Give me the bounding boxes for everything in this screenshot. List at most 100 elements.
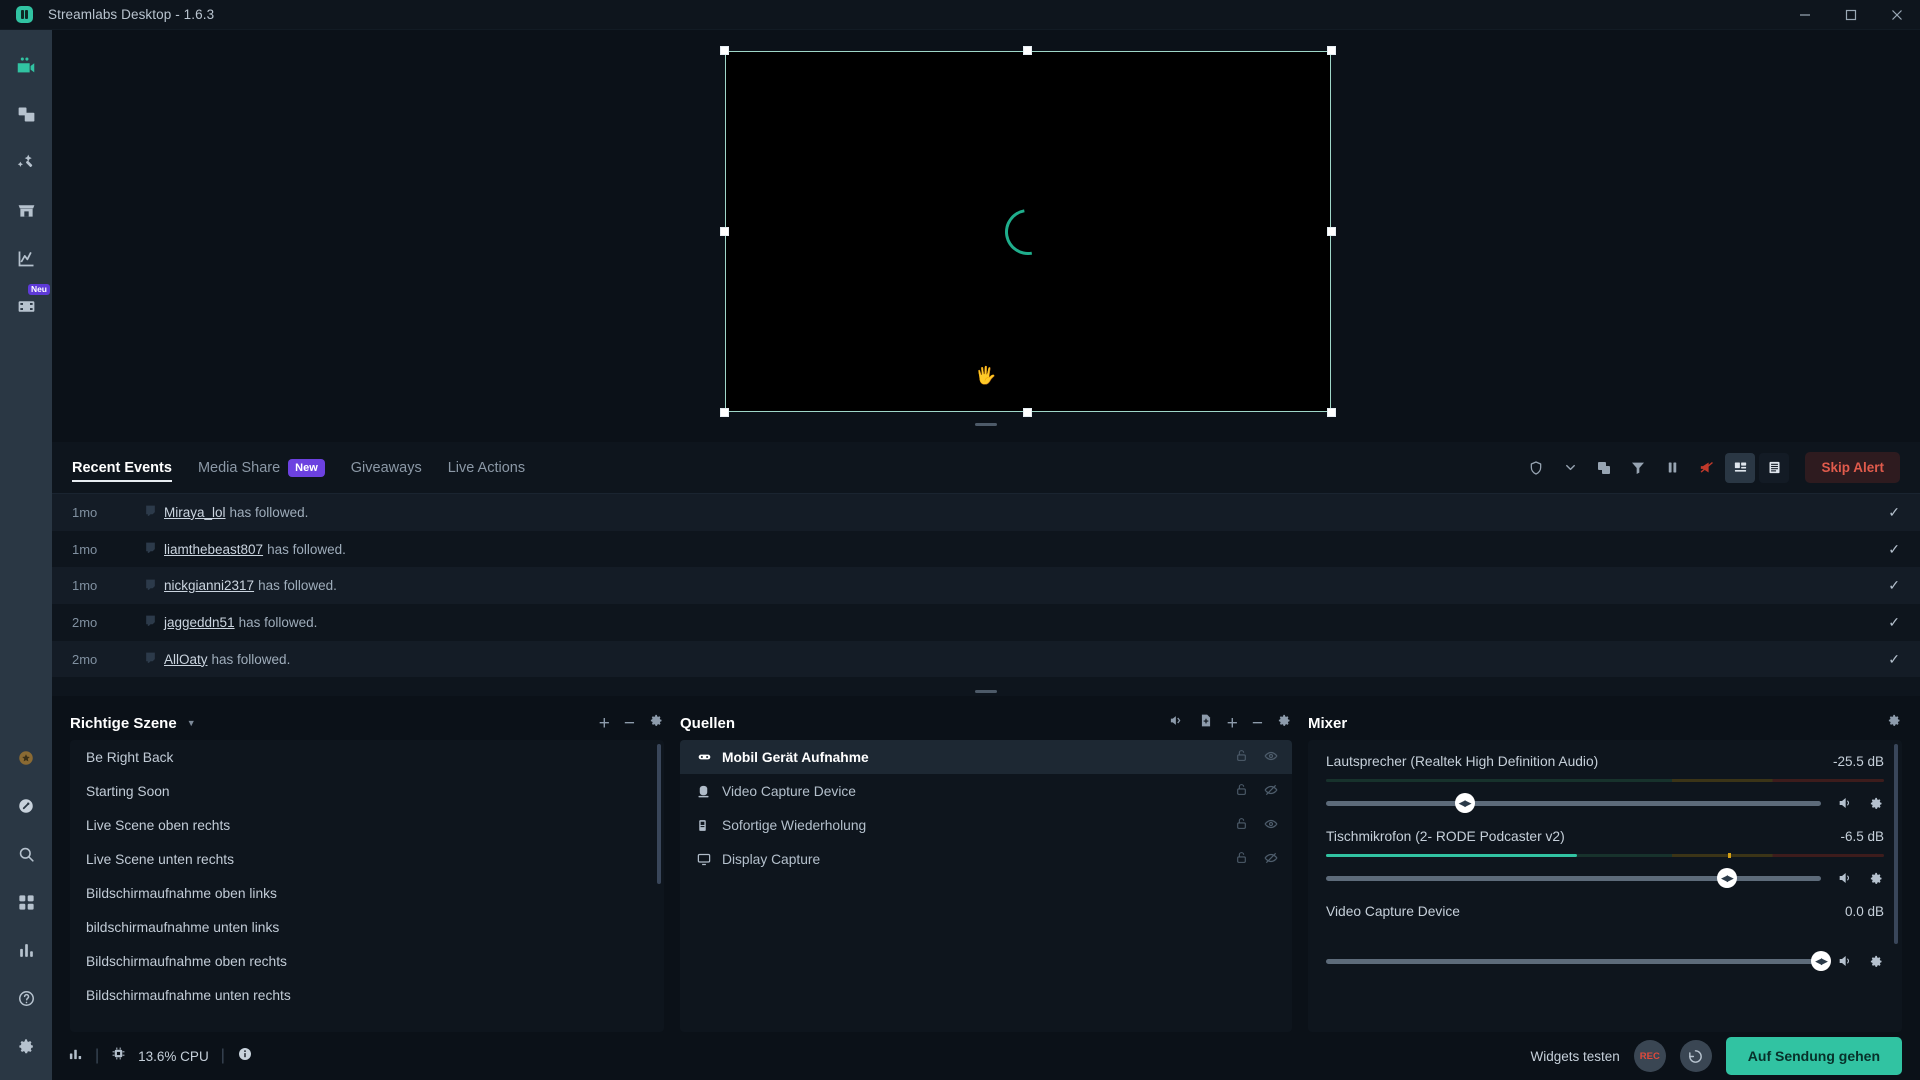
list-view-icon[interactable] xyxy=(1759,452,1790,483)
resize-handle-top-right[interactable] xyxy=(1327,46,1336,55)
sidebar-item-highlighter[interactable]: Neu xyxy=(0,282,52,330)
speaker-icon[interactable] xyxy=(1837,953,1853,969)
info-icon[interactable] xyxy=(237,1046,253,1067)
channel-settings-icon[interactable] xyxy=(1869,954,1884,969)
scene-settings-icon[interactable] xyxy=(649,713,664,733)
speaker-icon[interactable] xyxy=(1837,795,1853,811)
volume-slider[interactable]: ◀▶ xyxy=(1326,868,1821,888)
volume-slider-knob[interactable]: ◀▶ xyxy=(1454,793,1475,813)
sidebar-item-dashboard[interactable] xyxy=(0,234,52,282)
sidebar-item-app-store[interactable] xyxy=(0,186,52,234)
close-icon[interactable] xyxy=(1874,0,1920,30)
lock-open-icon[interactable] xyxy=(1235,783,1248,799)
lock-open-icon[interactable] xyxy=(1235,817,1248,833)
add-source-icon[interactable]: + xyxy=(1227,714,1238,733)
sidebar-item-prime[interactable] xyxy=(0,734,52,782)
volume-slider-knob[interactable]: ◀▶ xyxy=(1716,868,1737,888)
check-icon[interactable]: ✓ xyxy=(1888,504,1900,521)
lock-open-icon[interactable] xyxy=(1235,851,1248,867)
volume-slider-knob[interactable]: ◀▶ xyxy=(1811,951,1831,971)
list-item[interactable]: Bildschirmaufnahme oben links xyxy=(70,876,664,910)
remove-source-icon[interactable]: − xyxy=(1252,714,1263,733)
test-widgets-button[interactable]: Widgets testen xyxy=(1530,1049,1619,1064)
sidebar-item-help-chat[interactable] xyxy=(0,782,52,830)
scenes-list[interactable]: Be Right Back Starting Soon Live Scene o… xyxy=(70,740,664,1032)
eye-off-icon[interactable] xyxy=(1264,851,1278,868)
mixer-list[interactable]: Lautsprecher (Realtek High Definition Au… xyxy=(1308,740,1902,1032)
audio-share-icon[interactable] xyxy=(1168,713,1185,733)
stream-preview[interactable]: 🖐 xyxy=(52,30,1920,442)
resize-handle-bottom-left[interactable] xyxy=(720,408,729,417)
remove-scene-icon[interactable]: − xyxy=(624,714,635,733)
list-item[interactable]: Sofortige Wiederholung xyxy=(680,808,1292,842)
resize-handle-top-left[interactable] xyxy=(720,46,729,55)
megaphone-muted-icon[interactable] xyxy=(1691,453,1721,483)
event-user[interactable]: nickgianni2317 xyxy=(164,578,254,593)
replay-buffer-button[interactable] xyxy=(1679,1040,1712,1072)
sidebar-item-stats[interactable] xyxy=(0,926,52,974)
list-item[interactable]: Be Right Back xyxy=(70,740,664,774)
event-row[interactable]: 1mo Miraya_lol has followed. ✓ xyxy=(52,494,1920,531)
list-item[interactable]: Mobil Gerät Aufnahme xyxy=(680,740,1292,774)
event-user[interactable]: liamthebeast807 xyxy=(164,542,263,557)
tab-giveaways[interactable]: Giveaways xyxy=(351,442,422,494)
list-item[interactable]: Live Scene oben rechts xyxy=(70,808,664,842)
preview-resize-grip[interactable] xyxy=(975,423,997,426)
mixer-scrollbar[interactable] xyxy=(1894,744,1898,944)
sidebar-item-grid[interactable] xyxy=(0,878,52,926)
check-icon[interactable]: ✓ xyxy=(1888,614,1900,631)
sidebar-item-search[interactable] xyxy=(0,830,52,878)
list-item[interactable]: bildschirmaufnahme unten links xyxy=(70,910,664,944)
pause-icon[interactable] xyxy=(1657,453,1687,483)
volume-slider[interactable]: ◀▶ xyxy=(1326,951,1831,971)
go-live-button[interactable]: Auf Sendung gehen xyxy=(1725,1037,1902,1075)
check-icon[interactable]: ✓ xyxy=(1888,577,1900,594)
minimize-icon[interactable] xyxy=(1782,0,1828,30)
sidebar-item-editor[interactable] xyxy=(0,42,52,90)
sources-resize-grip[interactable] xyxy=(975,690,997,693)
filter-icon[interactable] xyxy=(1623,453,1653,483)
sidebar-item-help[interactable] xyxy=(0,974,52,1022)
speaker-icon[interactable] xyxy=(1837,870,1853,886)
caret-down-icon[interactable]: ▼ xyxy=(187,718,196,728)
scenes-scrollbar[interactable] xyxy=(657,744,661,884)
grid-view-icon[interactable] xyxy=(1725,452,1756,483)
event-user[interactable]: jaggeddn51 xyxy=(164,615,235,630)
eye-off-icon[interactable] xyxy=(1264,783,1278,800)
check-icon[interactable]: ✓ xyxy=(1888,651,1900,668)
channel-settings-icon[interactable] xyxy=(1869,871,1884,886)
list-item[interactable]: Starting Soon xyxy=(70,774,664,808)
sources-list[interactable]: Mobil Gerät Aufnahme Video Capture Devic… xyxy=(680,740,1292,1032)
mixer-settings-icon[interactable] xyxy=(1887,713,1902,733)
event-row[interactable]: 1mo liamthebeast807 has followed. ✓ xyxy=(52,531,1920,568)
maximize-icon[interactable] xyxy=(1828,0,1874,30)
tab-recent-events[interactable]: Recent Events xyxy=(72,442,172,494)
channel-settings-icon[interactable] xyxy=(1869,796,1884,811)
lock-open-icon[interactable] xyxy=(1235,749,1248,765)
skip-alert-button[interactable]: Skip Alert xyxy=(1805,452,1900,483)
shield-icon[interactable] xyxy=(1521,453,1551,483)
list-item[interactable]: Bildschirmaufnahme unten rechts xyxy=(70,978,664,1012)
eye-icon[interactable] xyxy=(1264,749,1278,766)
resize-handle-middle-left[interactable] xyxy=(720,226,729,236)
record-button[interactable]: REC xyxy=(1633,1040,1666,1072)
list-item[interactable]: Display Capture xyxy=(680,842,1292,876)
sidebar-item-layout-editor[interactable] xyxy=(0,90,52,138)
list-item[interactable]: Bildschirmaufnahme oben rechts xyxy=(70,944,664,978)
event-row[interactable]: 2mo AllOaty has followed. ✓ xyxy=(52,640,1920,678)
event-user[interactable]: Miraya_lol xyxy=(164,505,226,520)
copy-icon[interactable] xyxy=(1589,453,1619,483)
tab-live-actions[interactable]: Live Actions xyxy=(448,442,525,494)
event-row[interactable]: 2mo jaggeddn51 has followed. ✓ xyxy=(52,604,1920,641)
add-file-icon[interactable] xyxy=(1199,713,1213,733)
event-user[interactable]: AllOaty xyxy=(164,652,208,667)
check-icon[interactable]: ✓ xyxy=(1888,541,1900,558)
list-item[interactable]: Live Scene unten rechts xyxy=(70,842,664,876)
selected-source-box[interactable]: 🖐 xyxy=(720,46,1336,417)
resize-handle-middle-right[interactable] xyxy=(1327,226,1336,236)
tab-media-share[interactable]: Media Share New xyxy=(198,442,325,494)
list-item[interactable]: Video Capture Device xyxy=(680,774,1292,808)
sidebar-item-settings[interactable] xyxy=(0,1022,52,1070)
volume-slider[interactable]: ◀▶ xyxy=(1326,793,1821,813)
resize-handle-bottom-right[interactable] xyxy=(1327,408,1336,417)
